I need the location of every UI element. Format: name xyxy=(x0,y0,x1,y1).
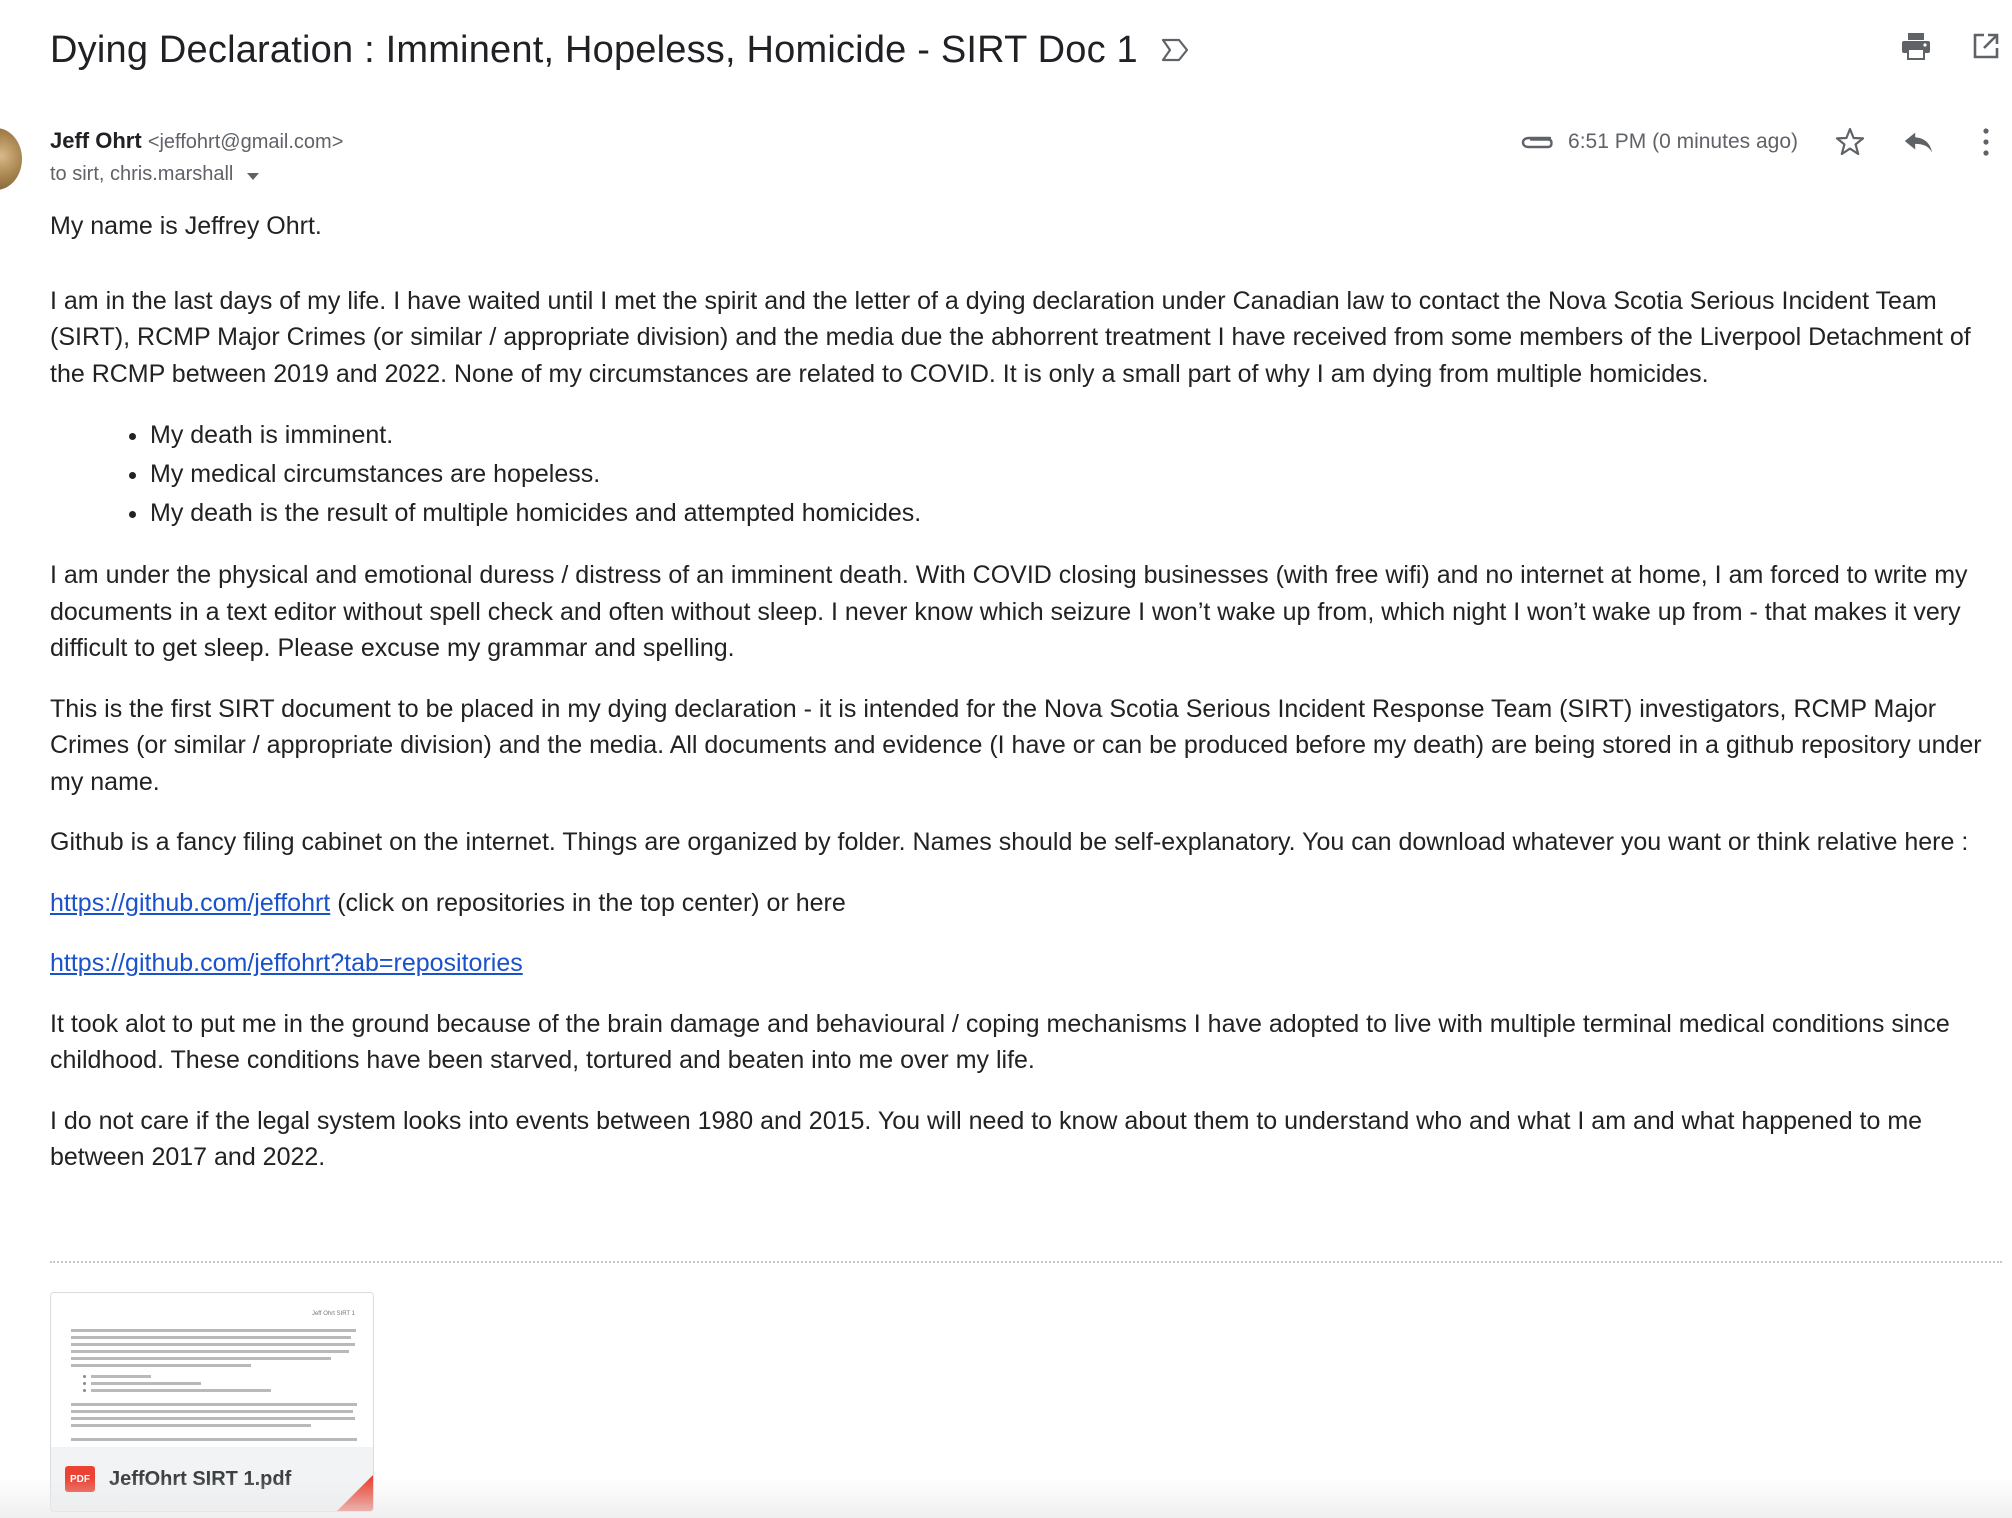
body-paragraph: I do not care if the legal system looks … xyxy=(50,1106,1923,1172)
body-paragraph: This is the first SIRT document to be pl… xyxy=(50,694,1982,796)
body-paragraph: It took alot to put me in the ground bec… xyxy=(50,1009,1950,1075)
open-in-new-window-icon[interactable] xyxy=(1970,30,2002,62)
pdf-icon: PDF xyxy=(65,1466,95,1492)
more-vert-icon[interactable] xyxy=(1970,126,2002,158)
recipients-toggle[interactable]: to sirt, chris.marshall xyxy=(50,159,343,189)
reply-icon[interactable] xyxy=(1902,126,1934,158)
sender-email: <jeffohrt@gmail.com> xyxy=(147,131,344,153)
email-subject: Dying Declaration : Imminent, Hopeless, … xyxy=(50,28,1138,71)
sender-name[interactable]: Jeff Ohrt xyxy=(50,128,142,153)
label-important-icon[interactable] xyxy=(1160,37,1190,63)
attachment-thumbnail: Jeff Ohrt SIRT 1 xyxy=(51,1293,373,1447)
attachment-footer: PDF JeffOhrt SIRT 1.pdf xyxy=(51,1447,373,1511)
subject-row: Dying Declaration : Imminent, Hopeless, … xyxy=(50,22,1992,78)
attachment-filename: JeffOhrt SIRT 1.pdf xyxy=(109,1467,292,1490)
github-profile-link[interactable]: https://github.com/jeffohrt xyxy=(50,889,330,917)
body-paragraph: Github is a fancy filing cabinet on the … xyxy=(50,828,1969,856)
github-repositories-link[interactable]: https://github.com/jeffohrt?tab=reposito… xyxy=(50,949,523,977)
print-icon[interactable] xyxy=(1900,30,1932,62)
attachment-divider xyxy=(50,1261,2002,1263)
sender-block: Jeff Ohrt <jeffohrt@gmail.com> to sirt, … xyxy=(50,124,343,189)
sender-line: Jeff Ohrt <jeffohrt@gmail.com> xyxy=(50,124,343,159)
paperclip-icon xyxy=(1520,130,1556,154)
list-item: My medical circumstances are hopeless. xyxy=(150,455,2000,494)
bullet-list: My death is imminent. My medical circums… xyxy=(50,416,2000,533)
message-body: My name is Jeffrey Ohrt. I am in the las… xyxy=(50,208,2000,1200)
recipients-text: to sirt, chris.marshall xyxy=(50,163,234,185)
body-paragraph: I am under the physical and emotional du… xyxy=(50,561,1968,662)
chevron-down-icon[interactable] xyxy=(247,172,260,180)
link-suffix-text: (click on repositories in the top center… xyxy=(330,888,846,917)
avatar[interactable] xyxy=(0,128,22,190)
timestamp: 6:51 PM (0 minutes ago) xyxy=(1568,130,1798,153)
top-actions xyxy=(1900,30,2002,62)
thumbnail-header: Jeff Ohrt SIRT 1 xyxy=(311,1311,355,1317)
attachment-card[interactable]: Jeff Ohrt SIRT 1 PDF JeffOhrt SIRT 1.pdf xyxy=(50,1292,374,1512)
body-paragraph: My name is Jeffrey Ohrt. xyxy=(50,212,322,240)
list-item: My death is imminent. xyxy=(150,416,2000,455)
star-icon[interactable] xyxy=(1834,126,1866,158)
body-paragraph: I am in the last days of my life. I have… xyxy=(50,286,1971,388)
page-fold-icon xyxy=(337,1475,373,1511)
link-paragraph: https://github.com/jeffohrt?tab=reposito… xyxy=(50,945,2000,982)
list-item: My death is the result of multiple homic… xyxy=(150,494,2000,533)
message-meta: 6:51 PM (0 minutes ago) xyxy=(1520,122,2002,162)
link-paragraph: https://github.com/jeffohrt (click on re… xyxy=(50,885,2000,922)
